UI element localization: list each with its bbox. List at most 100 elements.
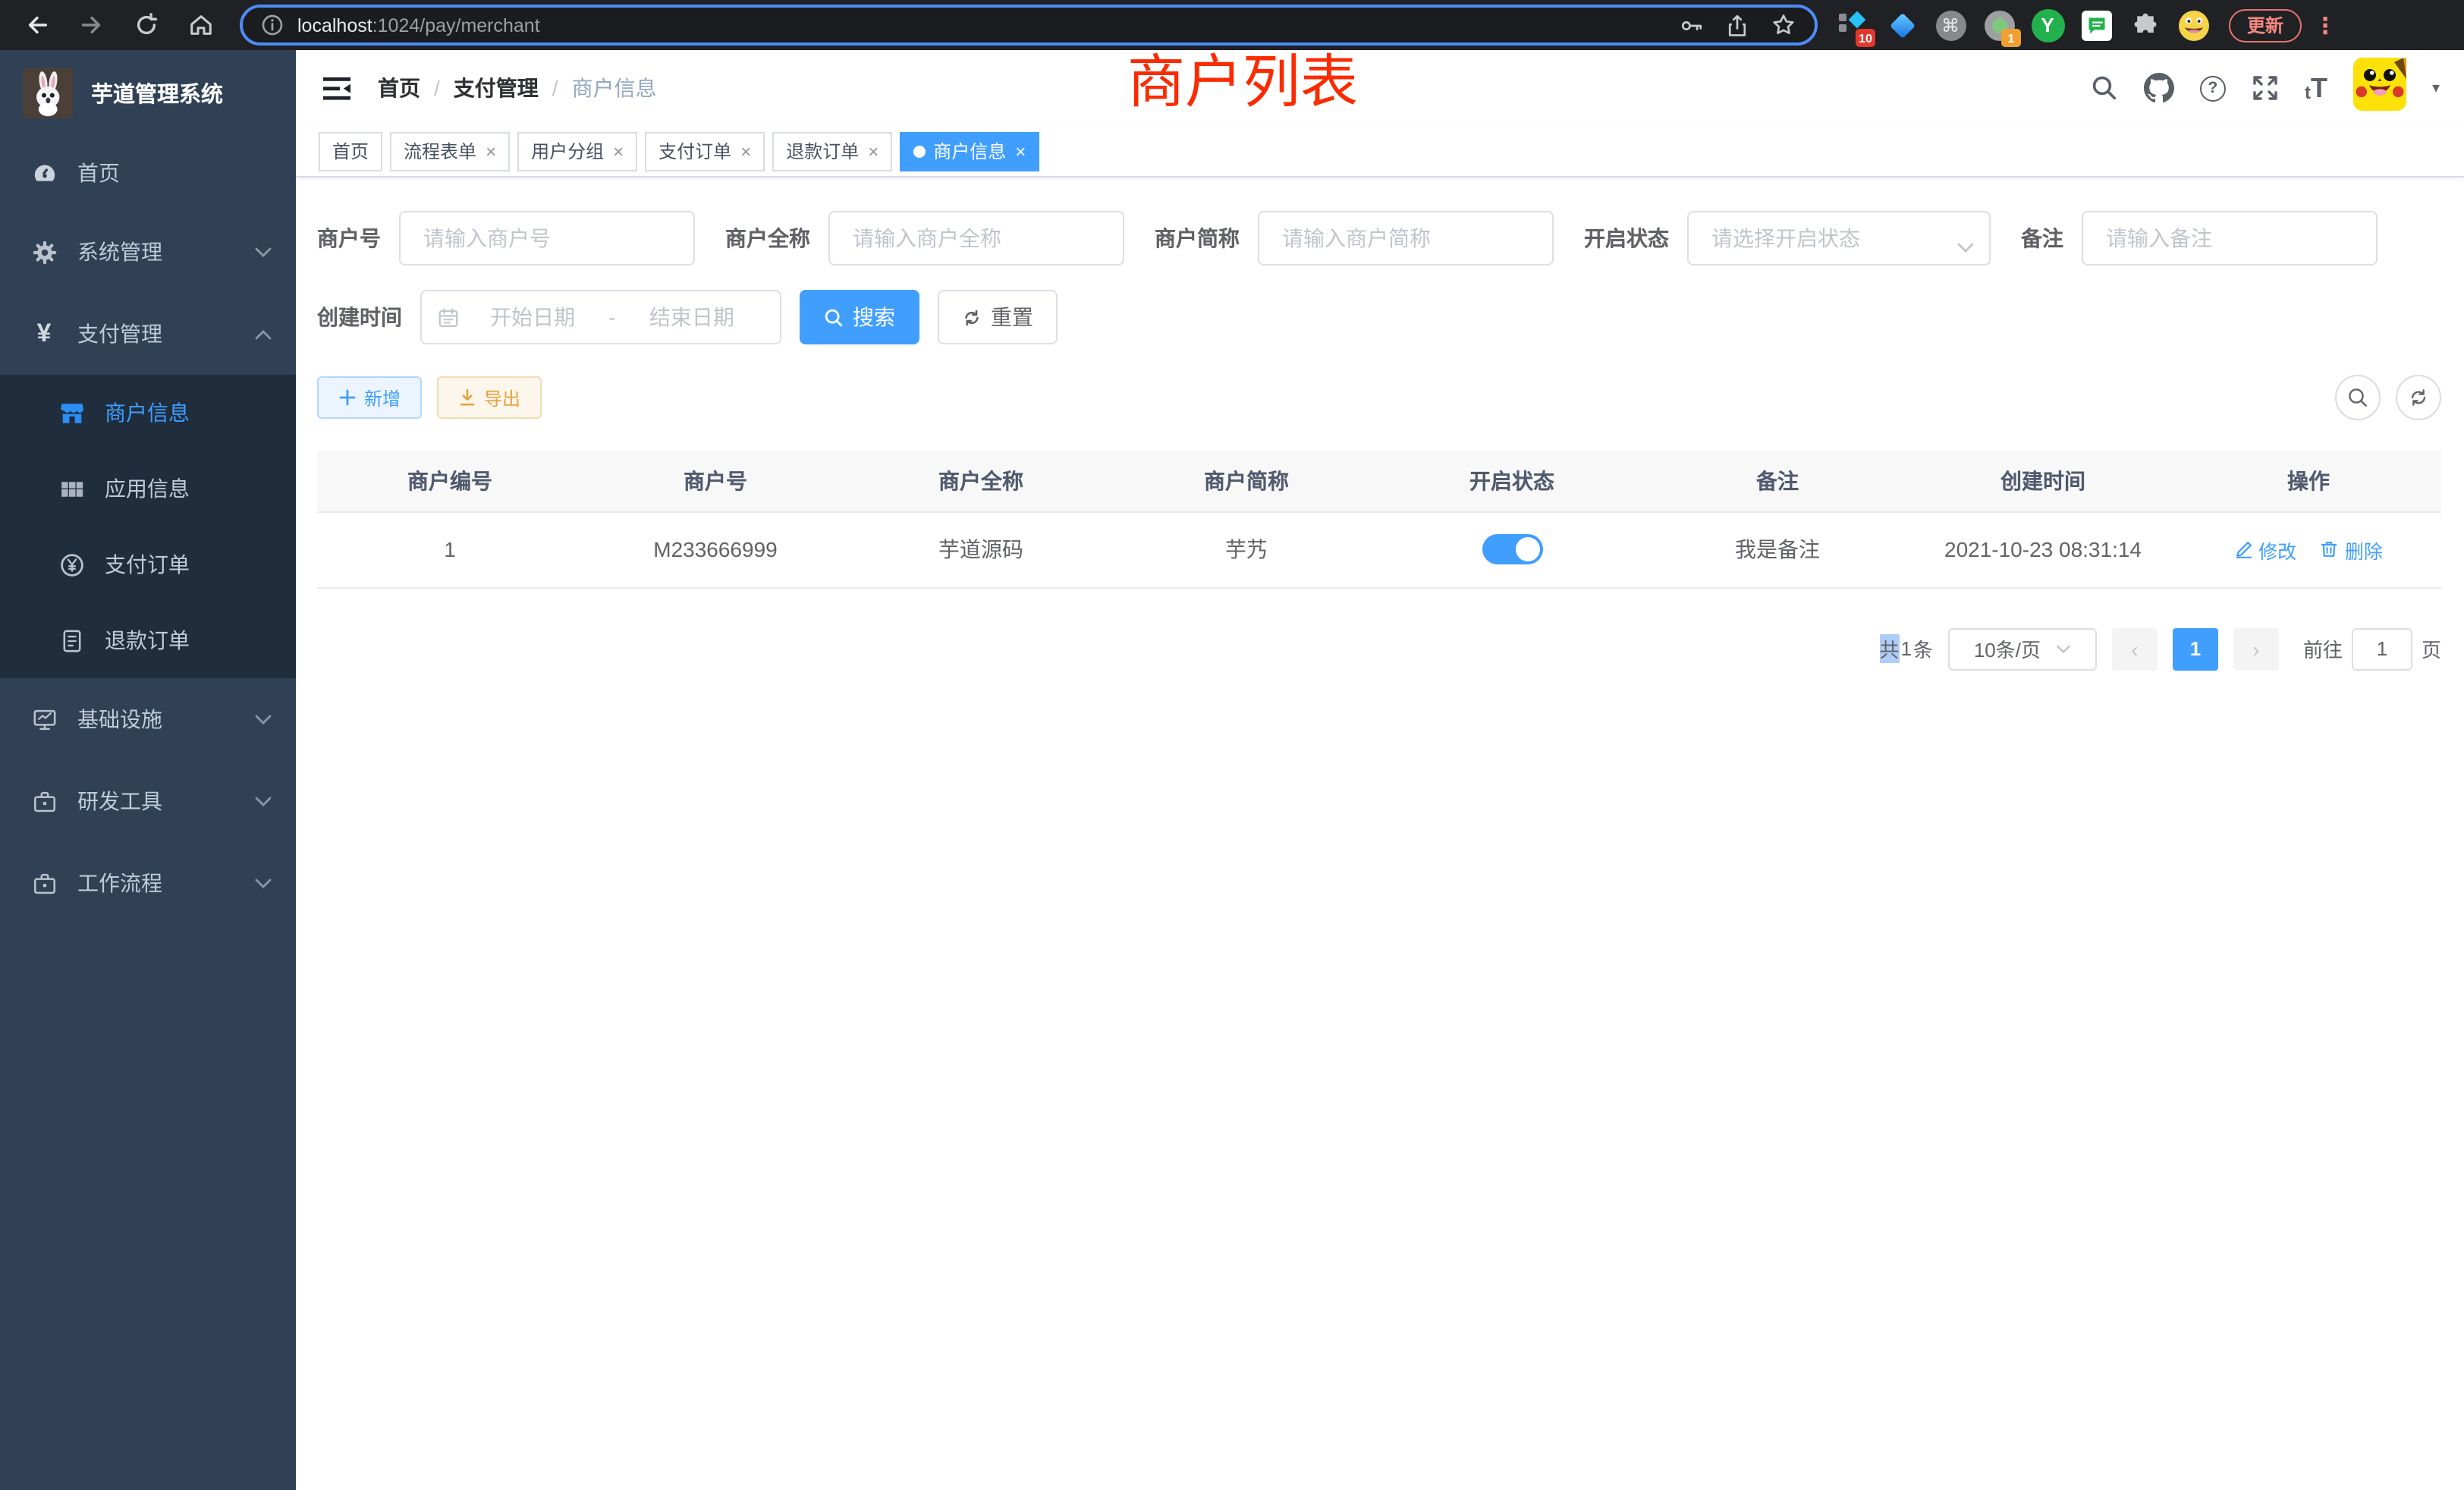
sidebar-item-label: 基础设施 xyxy=(77,704,162,734)
breadcrumb-payment[interactable]: 支付管理 xyxy=(454,73,539,103)
trash-icon xyxy=(2321,540,2339,558)
status-select[interactable] xyxy=(1687,211,1991,266)
tab-refund-order[interactable]: 退款订单× xyxy=(772,131,892,171)
short-name-input[interactable] xyxy=(1258,211,1554,266)
date-start-placeholder[interactable]: 开始日期 xyxy=(460,302,605,332)
tags-view: 首页 流程表单× 用户分组× 支付订单× 退款订单× 商户信息× xyxy=(296,126,2464,178)
create-time-label: 创建时间 xyxy=(317,302,402,332)
sidebar-item-label: 支付订单 xyxy=(105,549,190,580)
close-icon[interactable]: × xyxy=(486,140,496,162)
browser-reload-button[interactable] xyxy=(124,4,167,46)
delete-link[interactable]: 删除 xyxy=(2321,535,2383,564)
font-size-button[interactable]: tT xyxy=(2305,74,2327,102)
add-button[interactable]: 新增 xyxy=(317,376,422,419)
prev-page-button[interactable]: ‹ xyxy=(2112,627,2158,670)
password-key-icon[interactable] xyxy=(1680,13,1704,37)
sidebar-item-label: 工作流程 xyxy=(77,868,162,898)
next-page-button[interactable]: › xyxy=(2233,627,2279,670)
sidebar-item-label: 首页 xyxy=(77,158,120,188)
url-path: :1024/pay/merchant xyxy=(372,14,540,36)
close-icon[interactable]: × xyxy=(740,140,751,162)
current-page-button[interactable]: 1 xyxy=(2173,627,2218,670)
sidebar-item-app-info[interactable]: 应用信息 xyxy=(0,451,296,527)
merchant-no-input[interactable] xyxy=(399,211,695,266)
close-icon[interactable]: × xyxy=(613,140,624,162)
status-toggle[interactable] xyxy=(1482,534,1542,564)
date-end-placeholder[interactable]: 结束日期 xyxy=(619,302,765,332)
extension-badge: 10 xyxy=(1856,29,1875,47)
sidebar-item-system[interactable]: 系统管理 xyxy=(0,211,296,293)
search-icon xyxy=(2347,387,2368,408)
browser-back-button[interactable] xyxy=(15,4,58,46)
bookmark-star-icon[interactable] xyxy=(1771,12,1796,38)
col-full-name: 商户全称 xyxy=(848,451,1114,511)
header-search-button[interactable] xyxy=(2091,74,2118,102)
date-range-picker[interactable]: 开始日期 - 结束日期 xyxy=(420,290,781,344)
sidebar-item-home[interactable]: 首页 xyxy=(0,135,296,211)
table-header-row: 商户编号 商户号 商户全称 商户简称 开启状态 备注 创建时间 操作 xyxy=(317,451,2441,511)
reset-button[interactable]: 重置 xyxy=(938,290,1058,344)
search-button[interactable]: 搜索 xyxy=(800,290,919,344)
chat-extension-icon[interactable] xyxy=(2079,8,2114,42)
profile-emoji-icon[interactable] xyxy=(2176,8,2211,42)
tray-extension-icon[interactable]: 1 xyxy=(1982,8,2016,42)
col-merchant-id: 商户编号 xyxy=(317,451,583,511)
edit-link[interactable]: 修改 xyxy=(2234,535,2296,564)
goto-page-input[interactable] xyxy=(2352,627,2412,670)
gem-extension-icon[interactable] xyxy=(1884,8,1919,42)
briefcase-icon xyxy=(30,787,58,815)
page-size-select[interactable]: 10条/页 xyxy=(1948,627,2097,670)
fullscreen-button[interactable] xyxy=(2252,74,2279,102)
remark-label: 备注 xyxy=(2021,223,2063,253)
status-label: 开启状态 xyxy=(1584,223,1669,253)
back-icon xyxy=(24,12,49,38)
browser-menu-kebab-icon[interactable]: ⋮ xyxy=(2314,11,2337,39)
sidebar-fold-button[interactable] xyxy=(320,71,354,105)
update-label: 更新 xyxy=(2247,12,2283,38)
full-name-input[interactable] xyxy=(828,211,1124,266)
document-icon xyxy=(58,627,85,654)
command-extension-icon[interactable]: ⌘ xyxy=(1933,8,1968,42)
tab-home[interactable]: 首页 xyxy=(319,131,382,171)
help-button[interactable]: ? xyxy=(2200,75,2226,101)
info-icon[interactable] xyxy=(261,14,284,36)
export-button[interactable]: 导出 xyxy=(437,376,542,419)
browser-home-button[interactable] xyxy=(179,4,222,46)
github-link[interactable] xyxy=(2144,73,2174,103)
app-logo[interactable]: 芋道管理系统 xyxy=(0,50,296,135)
tab-pay-order[interactable]: 支付订单× xyxy=(645,131,765,171)
close-icon[interactable]: × xyxy=(868,140,878,162)
browser-update-button[interactable]: 更新 xyxy=(2229,8,2302,42)
sidebar-item-workflow[interactable]: 工作流程 xyxy=(0,842,296,924)
sidebar-item-label: 支付管理 xyxy=(77,319,162,349)
extensions-puzzle-icon[interactable] xyxy=(2127,8,2162,42)
browser-forward-button[interactable] xyxy=(70,4,112,46)
remark-input[interactable] xyxy=(2082,211,2378,266)
close-icon[interactable]: × xyxy=(1015,140,1026,162)
sidebar: 芋道管理系统 首页 系统管理 ¥ 支付管理 xyxy=(0,50,296,1490)
tab-user-group[interactable]: 用户分组× xyxy=(517,131,637,171)
tab-process-form[interactable]: 流程表单× xyxy=(390,131,510,171)
toggle-search-button[interactable] xyxy=(2335,375,2381,420)
sidebar-item-dev-tools[interactable]: 研发工具 xyxy=(0,760,296,842)
table-row: 1 M233666999 芋道源码 芋艿 我是备注 2021-10-23 08:… xyxy=(317,511,2441,587)
pagination: 共1条 10条/页 ‹ 1 › 前往 页 xyxy=(317,627,2441,670)
user-avatar[interactable] xyxy=(2353,58,2406,118)
share-icon[interactable] xyxy=(1725,13,1749,37)
sidebar-item-payment[interactable]: ¥ 支付管理 xyxy=(0,293,296,375)
refresh-table-button[interactable] xyxy=(2396,375,2441,420)
yuan-icon: ¥ xyxy=(30,320,58,347)
url-bar[interactable]: localhost:1024/pay/merchant xyxy=(240,5,1818,46)
hamburger-fold-icon xyxy=(323,77,350,99)
sidebar-item-merchant-info[interactable]: 商户信息 xyxy=(0,375,296,451)
y-extension-icon[interactable]: Y xyxy=(2030,8,2065,42)
bookmark-extension-icon[interactable]: 10 xyxy=(1836,8,1871,42)
sidebar-item-label: 商户信息 xyxy=(105,398,190,428)
avatar-caret-icon[interactable]: ▾ xyxy=(2432,80,2440,96)
sidebar-item-refund-order[interactable]: 退款订单 xyxy=(0,602,296,678)
cell-remark: 我是备注 xyxy=(1645,511,1910,587)
sidebar-item-infrastructure[interactable]: 基础设施 xyxy=(0,678,296,760)
sidebar-item-pay-order[interactable]: 支付订单 xyxy=(0,527,296,602)
breadcrumb-home[interactable]: 首页 xyxy=(378,73,420,103)
tab-merchant-info[interactable]: 商户信息× xyxy=(900,131,1039,171)
